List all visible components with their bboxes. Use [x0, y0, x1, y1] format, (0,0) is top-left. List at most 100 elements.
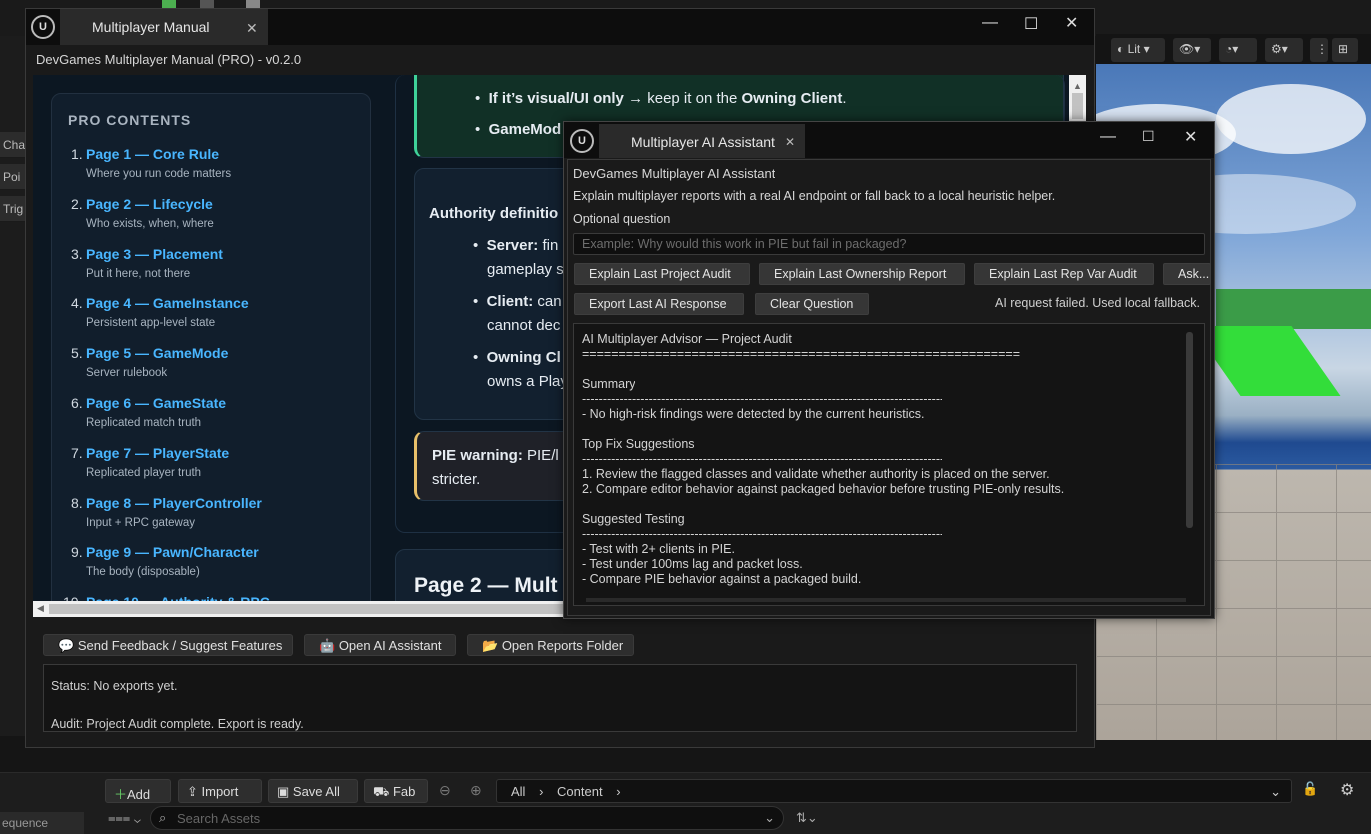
- toc-item-number: 1.: [71, 146, 83, 162]
- open-ai-assistant-button[interactable]: 🤖 Open AI Assistant: [304, 634, 456, 656]
- authority-item: • Client: can: [473, 293, 562, 310]
- sequence-item[interactable]: equence: [0, 812, 84, 834]
- back-icon[interactable]: ⊖: [439, 782, 451, 799]
- toc-link[interactable]: Page 4 — GameInstance: [86, 295, 249, 311]
- maximize-icon[interactable]: ☐: [1142, 128, 1155, 145]
- toc-item-description: The body (disposable): [86, 566, 200, 579]
- tab-ai-assistant[interactable]: Multiplayer AI Assistant: [599, 124, 805, 158]
- toc-link[interactable]: Page 10 — Authority & RPC: [86, 594, 270, 601]
- lit-mode-button[interactable]: ◐ Lit ▾: [1111, 38, 1165, 62]
- filter-icon[interactable]: ⩶ ⌄: [108, 810, 141, 826]
- fab-button[interactable]: ⛟ Fab: [364, 779, 428, 803]
- layout-grid-icon[interactable]: ⊞: [1332, 38, 1358, 62]
- performance-button[interactable]: ◔▾: [1219, 38, 1257, 62]
- output-fix-heading: Top Fix Suggestions: [582, 437, 695, 451]
- scroll-thumb-h[interactable]: [49, 604, 569, 614]
- output-hscroll[interactable]: [586, 598, 1186, 602]
- eye-icon: 👁: [1179, 42, 1195, 56]
- toc-item-number: 4.: [71, 295, 83, 312]
- close-icon[interactable]: ✕: [1184, 127, 1197, 147]
- explain-project-audit-button[interactable]: Explain Last Project Audit: [574, 263, 750, 285]
- left-tab-poi[interactable]: Poi: [0, 164, 26, 190]
- toc-link[interactable]: Page 3 — Placement: [86, 246, 223, 262]
- add-button[interactable]: ＋Add: [105, 779, 171, 803]
- toc-item-number: 6.: [71, 395, 83, 411]
- chevron-down-icon[interactable]: ⌄: [1270, 784, 1281, 800]
- audit-line: Audit: Project Audit complete. Export is…: [51, 717, 304, 731]
- step-icon[interactable]: [200, 0, 214, 8]
- settings-gear-icon[interactable]: ⚙: [1340, 780, 1354, 800]
- output-fix-1: 1. Review the flagged classes and valida…: [582, 467, 1050, 481]
- minimize-icon[interactable]: —: [982, 14, 998, 32]
- close-icon[interactable]: ✕: [1065, 13, 1078, 33]
- output-rule: ----------------------------------------…: [582, 527, 942, 541]
- toc-link[interactable]: Page 8 — PlayerController: [86, 495, 262, 511]
- explain-ownership-report-button[interactable]: Explain Last Ownership Report: [759, 263, 965, 285]
- question-input[interactable]: Example: Why would this work in PIE but …: [573, 233, 1205, 255]
- maximize-icon[interactable]: ☐: [1024, 14, 1038, 34]
- chevron-down-icon: ⌄: [764, 810, 775, 825]
- toc-panel: PRO CONTENTS 1. Page 1 — Core Rule Where y…: [51, 93, 371, 601]
- stop-icon[interactable]: [246, 0, 260, 8]
- toc-item-number: 10.: [63, 594, 82, 601]
- toc-item-description: Who exists, when, where: [86, 217, 214, 230]
- toc-link[interactable]: Page 9 — Pawn/Character: [86, 544, 259, 560]
- search-icon: ⌕: [159, 810, 167, 825]
- explain-rep-var-audit-button[interactable]: Explain Last Rep Var Audit: [974, 263, 1154, 285]
- folder-icon: 📂: [482, 638, 502, 653]
- viewport-menu-icon[interactable]: ⋮: [1310, 38, 1328, 62]
- scroll-thumb[interactable]: [1072, 93, 1083, 119]
- ask-button[interactable]: Ask...: [1163, 263, 1211, 285]
- toc-link[interactable]: Page 7 — PlayerState: [86, 445, 229, 461]
- left-tab-trig[interactable]: Trig: [0, 196, 26, 222]
- authority-item: • Server: fin: [473, 237, 559, 254]
- ai-output-box[interactable]: AI Multiplayer Advisor — Project Audit =…: [573, 323, 1205, 606]
- scroll-left-icon[interactable]: ◀: [37, 603, 44, 614]
- authority-item-line2: gameplay s: [487, 261, 564, 278]
- save-all-button[interactable]: ▣ Save All: [268, 779, 358, 803]
- toc-item-number: 7.: [71, 444, 83, 461]
- chevron-right-icon: ›: [539, 784, 544, 799]
- chat-icon: 💬: [58, 638, 78, 653]
- card1-bullet1: • If it’s visual/UI only → keep it on th…: [475, 90, 847, 107]
- output-test-1: - Test with 2+ clients in PIE.: [582, 542, 735, 556]
- settings-button[interactable]: ⚙▾: [1265, 38, 1303, 62]
- output-heading: AI Multiplayer Advisor — Project Audit: [582, 332, 792, 346]
- toc-link[interactable]: Page 2 — Lifecycle: [86, 196, 213, 212]
- tab-close-icon[interactable]: ✕: [785, 135, 795, 149]
- open-reports-folder-button[interactable]: 📂 Open Reports Folder: [467, 634, 634, 656]
- authority-item-line2: owns a Play: [487, 373, 568, 390]
- minimize-icon[interactable]: —: [1100, 128, 1116, 146]
- toc-item-description: Replicated player truth: [86, 466, 202, 479]
- toc-item-number: 8.: [71, 494, 83, 511]
- output-rule: ========================================…: [582, 347, 1020, 361]
- authority-heading: Authority definitio: [429, 205, 559, 222]
- toc-link[interactable]: Page 1 — Core Rule: [86, 146, 219, 162]
- sort-icon[interactable]: ⇅⌄: [796, 810, 818, 826]
- gauge-icon: ◔: [1225, 42, 1233, 56]
- toc-link[interactable]: Page 6 — GameState: [86, 395, 226, 411]
- lock-icon[interactable]: 🔓: [1302, 781, 1318, 797]
- search-assets-input[interactable]: ⌕ Search Assets ⌄: [150, 806, 784, 830]
- toc-item-number: 9.: [71, 544, 83, 561]
- path-breadcrumb[interactable]: All › Content › ⌄: [496, 779, 1292, 803]
- output-scrollbar[interactable]: [1186, 332, 1193, 528]
- scroll-up-icon[interactable]: ▲: [1073, 81, 1082, 91]
- tab-multiplayer-manual[interactable]: Multiplayer Manual: [60, 9, 268, 45]
- ai-assistant-window: U Multiplayer AI Assistant ✕ — ☐ ✕ DevGa…: [563, 121, 1215, 619]
- clear-question-button[interactable]: Clear Question: [755, 293, 869, 315]
- authority-item-line2: cannot dec: [487, 317, 561, 334]
- tab-close-icon[interactable]: ✕: [246, 20, 258, 37]
- show-flags-button[interactable]: 👁▾: [1173, 38, 1211, 62]
- toc-item-description: Input + RPC gateway: [86, 516, 195, 529]
- ai-title: DevGames Multiplayer AI Assistant: [573, 166, 776, 181]
- left-tab-cha[interactable]: Cha: [0, 132, 26, 158]
- play-icon[interactable]: [162, 0, 176, 8]
- toc-item-description: Replicated match truth: [86, 417, 202, 429]
- forward-icon[interactable]: ⊕: [470, 782, 482, 799]
- export-ai-response-button[interactable]: Export Last AI Response: [574, 293, 744, 315]
- import-button[interactable]: ⇪ Import: [178, 779, 262, 803]
- toc-link[interactable]: Page 5 — GameMode: [86, 345, 228, 361]
- toc-item-number: 3.: [71, 245, 83, 262]
- send-feedback-button[interactable]: 💬 Send Feedback / Suggest Features: [43, 634, 293, 656]
